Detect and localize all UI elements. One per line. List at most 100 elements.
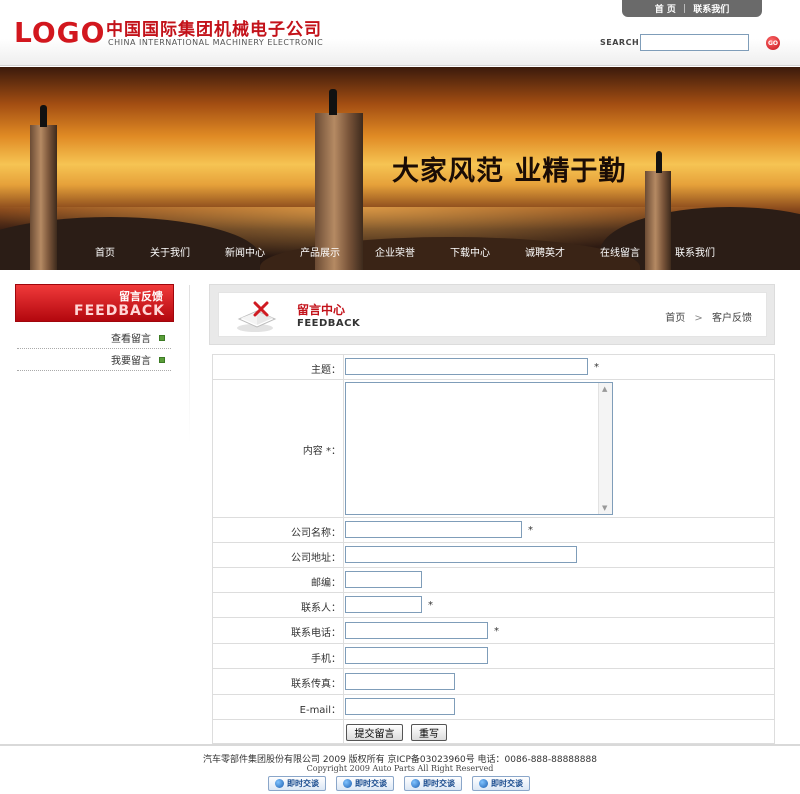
nav-item-jobs[interactable]: 诚聘英才 bbox=[525, 244, 565, 260]
top-nav-home-link[interactable]: 首 页 bbox=[655, 2, 676, 15]
top-nav-separator: | bbox=[682, 3, 687, 14]
textarea-scrollbar[interactable]: ▲ ▼ bbox=[598, 383, 612, 514]
chat-button-2[interactable]: 即时交谈 bbox=[336, 776, 394, 791]
nav-item-contact[interactable]: 联系我们 bbox=[675, 244, 715, 260]
chat-icon bbox=[411, 779, 420, 788]
form-label-subject: 主题： bbox=[311, 365, 341, 376]
form-row-fax: 联系传真： bbox=[213, 669, 774, 695]
scroll-down-icon[interactable]: ▼ bbox=[602, 504, 607, 512]
sidebar-item-label: 我要留言 bbox=[111, 356, 151, 367]
form-label-address: 公司地址： bbox=[291, 553, 341, 564]
nav-item-about[interactable]: 关于我们 bbox=[150, 244, 190, 260]
content-header: 留言中心 FEEDBACK 首页 > 客户反馈 bbox=[209, 284, 775, 345]
form-label-mobile: 手机： bbox=[311, 654, 341, 665]
chat-button-1[interactable]: 即时交谈 bbox=[268, 776, 326, 791]
content-textarea[interactable]: ▲ ▼ bbox=[345, 382, 613, 515]
main-nav: 首页 关于我们 新闻中心 产品展示 企业荣誉 下载中心 诚聘英才 在线留言 联系… bbox=[95, 244, 715, 260]
standing-figure bbox=[656, 151, 662, 173]
nav-item-home[interactable]: 首页 bbox=[95, 244, 115, 260]
top-nav: 首 页 | 联系我们 bbox=[622, 0, 762, 17]
form-label-postcode: 邮编： bbox=[311, 578, 341, 589]
form-label-email: E-mail： bbox=[299, 705, 341, 716]
content-header-panel: 留言中心 FEEDBACK 首页 > 客户反馈 bbox=[218, 292, 767, 337]
footer-divider bbox=[0, 744, 800, 746]
form-label-company: 公司名称： bbox=[291, 528, 341, 539]
required-marker: * bbox=[428, 600, 433, 611]
sidebar-item-label: 查看留言 bbox=[111, 334, 151, 345]
logo[interactable]: LOGO bbox=[14, 16, 105, 49]
required-marker: * bbox=[494, 626, 499, 637]
nav-item-news[interactable]: 新闻中心 bbox=[225, 244, 265, 260]
green-square-icon bbox=[159, 334, 165, 341]
chat-button-4[interactable]: 即时交谈 bbox=[472, 776, 530, 791]
form-row-postcode: 邮编： bbox=[213, 568, 774, 593]
form-row-contact-person: 联系人： * bbox=[213, 593, 774, 618]
feedback-book-icon bbox=[237, 301, 277, 332]
form-row-mobile: 手机： bbox=[213, 644, 774, 669]
search-input[interactable] bbox=[640, 34, 749, 51]
sidebar-title-en: FEEDBACK bbox=[74, 303, 165, 319]
form-row-address: 公司地址： bbox=[213, 543, 774, 568]
nav-item-products[interactable]: 产品展示 bbox=[300, 244, 340, 260]
sidebar-title: 留言反馈 bbox=[119, 290, 163, 303]
required-marker: * bbox=[594, 362, 599, 373]
company-name-input[interactable] bbox=[345, 521, 522, 538]
contact-person-input[interactable] bbox=[345, 596, 422, 613]
standing-figure bbox=[329, 89, 337, 115]
chat-icon bbox=[343, 779, 352, 788]
page: LOGO 中国国际集团机械电子公司 CHINA INTERNATIONAL MA… bbox=[0, 0, 800, 794]
footer-copyright: Copyright 2009 Auto Parts All Right Rese… bbox=[306, 764, 494, 773]
required-marker: * bbox=[528, 525, 533, 536]
nav-item-downloads[interactable]: 下载中心 bbox=[450, 244, 490, 260]
stone-pillar-left bbox=[30, 125, 57, 270]
breadcrumb: 首页 > 客户反馈 bbox=[665, 309, 752, 324]
company-address-input[interactable] bbox=[345, 546, 577, 563]
sidebar-item-leave-message[interactable]: 我要留言 bbox=[17, 349, 171, 371]
sidebar-item-view-messages[interactable]: 查看留言 bbox=[17, 327, 171, 349]
green-square-icon bbox=[159, 356, 165, 363]
form-label-phone: 联系电话： bbox=[291, 628, 341, 639]
banner: 大家风范 业精于勤 bbox=[0, 67, 800, 270]
nav-item-honors[interactable]: 企业荣誉 bbox=[375, 244, 415, 260]
go-button[interactable]: GO bbox=[766, 36, 780, 50]
breadcrumb-home-link[interactable]: 首页 bbox=[665, 313, 685, 324]
reset-button[interactable]: 重写 bbox=[411, 724, 447, 741]
subject-input[interactable] bbox=[345, 358, 588, 375]
breadcrumb-chevron-icon: > bbox=[694, 313, 703, 324]
sidebar-divider bbox=[189, 285, 190, 443]
phone-input[interactable] bbox=[345, 622, 488, 639]
form-row-subject: 主题： * bbox=[213, 355, 774, 380]
form-row-content: 内容 *： ▲ ▼ bbox=[213, 380, 774, 518]
top-nav-contact-link[interactable]: 联系我们 bbox=[693, 2, 729, 15]
header: LOGO 中国国际集团机械电子公司 CHINA INTERNATIONAL MA… bbox=[0, 0, 800, 66]
sidebar-header: 留言反馈 FEEDBACK bbox=[15, 284, 174, 322]
fax-input[interactable] bbox=[345, 673, 455, 690]
mobile-input[interactable] bbox=[345, 647, 488, 664]
banner-slogan: 大家风范 业精于勤 bbox=[392, 156, 627, 187]
company-name-cn: 中国国际集团机械电子公司 bbox=[106, 20, 322, 40]
form-label-fax: 联系传真： bbox=[291, 679, 341, 690]
search-label: SEARCH bbox=[600, 38, 640, 47]
content-title-en: FEEDBACK bbox=[297, 318, 361, 329]
submit-button[interactable]: 提交留言 bbox=[346, 724, 403, 741]
chat-icon bbox=[479, 779, 488, 788]
scroll-up-icon[interactable]: ▲ bbox=[602, 385, 607, 393]
chat-icon bbox=[275, 779, 284, 788]
feedback-form: 主题： * 内容 *： ▲ ▼ 公司名称： * 公司地址： 邮编： 联系人： *… bbox=[212, 354, 775, 744]
chat-button-label: 即时交谈 bbox=[355, 779, 387, 788]
form-label-contact-person: 联系人： bbox=[301, 603, 341, 614]
postcode-input[interactable] bbox=[345, 571, 422, 588]
form-row-email: E-mail： bbox=[213, 695, 774, 720]
chat-button-label: 即时交谈 bbox=[491, 779, 523, 788]
chat-button-label: 即时交谈 bbox=[287, 779, 319, 788]
nav-item-feedback[interactable]: 在线留言 bbox=[600, 244, 640, 260]
breadcrumb-current: 客户反馈 bbox=[712, 313, 752, 324]
chat-button-3[interactable]: 即时交谈 bbox=[404, 776, 462, 791]
email-input[interactable] bbox=[345, 698, 455, 715]
go-icon: GO bbox=[767, 39, 779, 47]
standing-figure bbox=[40, 105, 47, 127]
form-row-phone: 联系电话： * bbox=[213, 618, 774, 644]
form-row-company: 公司名称： * bbox=[213, 518, 774, 543]
content-title: 留言中心 bbox=[297, 303, 346, 317]
chat-button-label: 即时交谈 bbox=[423, 779, 455, 788]
